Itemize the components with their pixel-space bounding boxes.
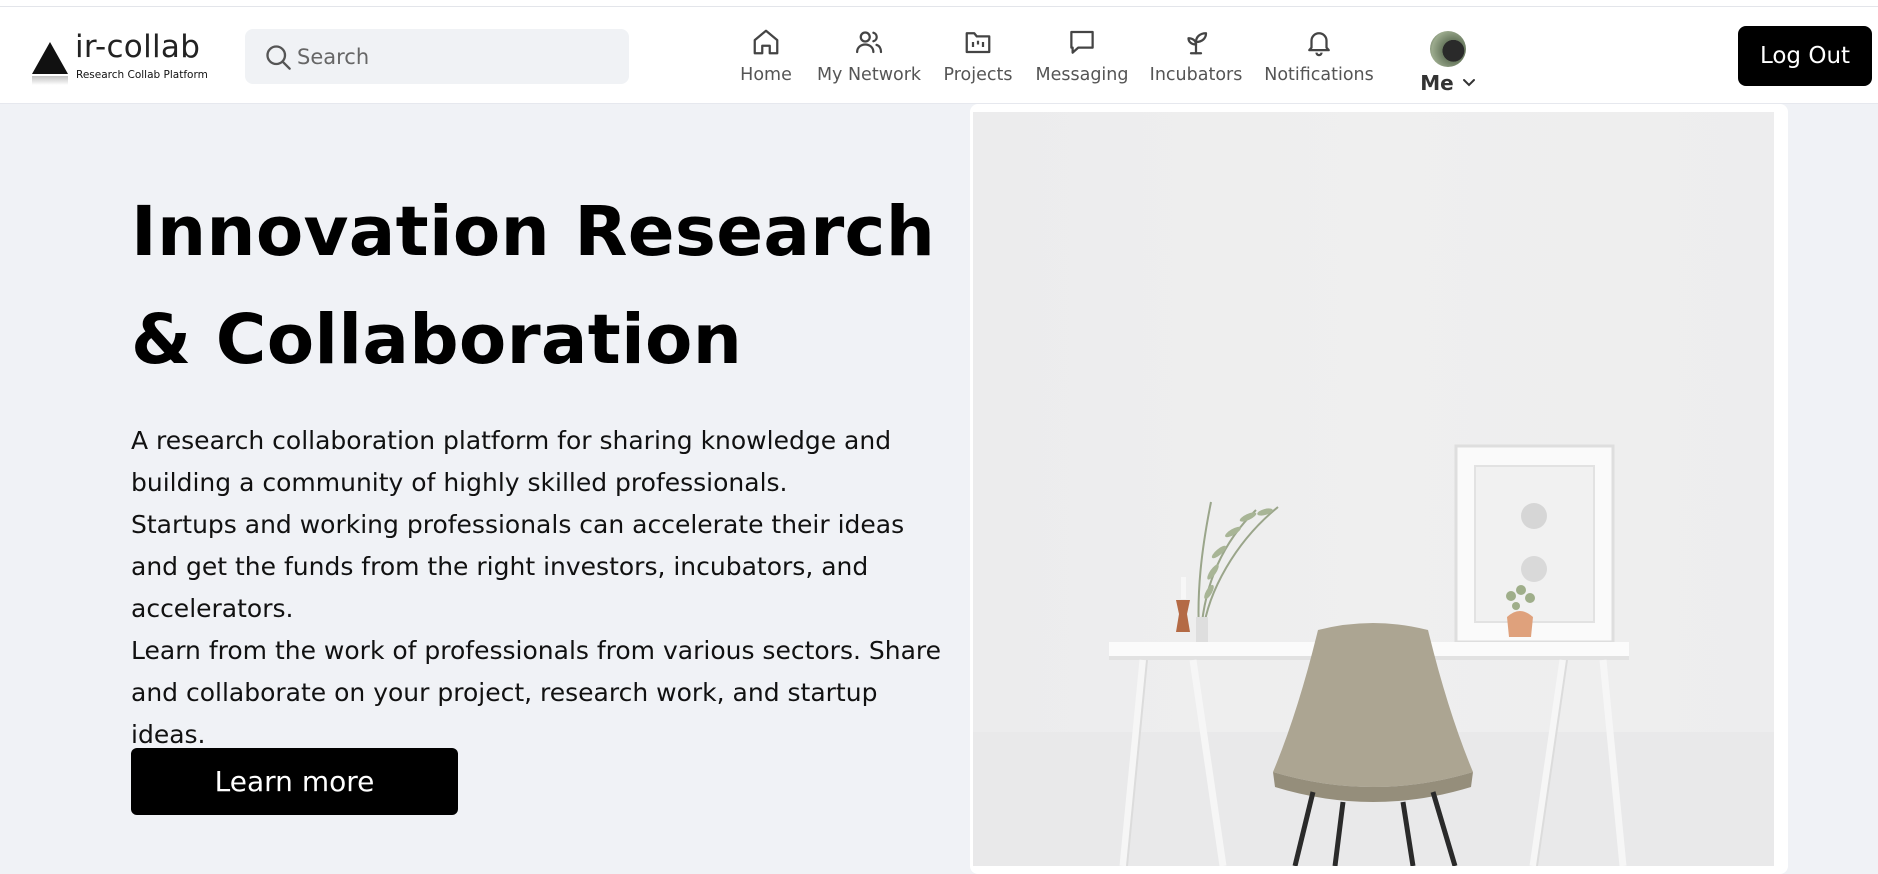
nav-projects-label: Projects	[943, 65, 1013, 85]
me-menu[interactable]: Me	[1413, 31, 1483, 105]
hero-title-line1: Innovation Research	[131, 192, 936, 272]
hero-desc-paragraph: Startups and working professionals can a…	[131, 510, 905, 623]
chevron-down-icon	[1462, 79, 1475, 87]
nav-my-network[interactable]: My Network	[816, 27, 922, 99]
hero-title: Innovation Research & Collaboration	[131, 178, 935, 394]
sprout-icon	[1187, 32, 1208, 55]
nav-home[interactable]: Home	[740, 27, 792, 99]
nav-my-network-label: My Network	[816, 65, 922, 85]
nav-incubators-label: Incubators	[1149, 65, 1243, 85]
nav-home-label: Home	[740, 65, 792, 85]
search-input[interactable]	[297, 37, 617, 77]
nav-projects[interactable]: Projects	[943, 27, 1013, 99]
avatar	[1430, 31, 1466, 67]
logout-button[interactable]: Log Out	[1738, 26, 1872, 86]
me-label: Me	[1420, 71, 1454, 95]
nav-notifications[interactable]: Notifications	[1264, 27, 1374, 99]
top-navbar: ir-collab Research Collab Platform Home …	[0, 7, 1878, 104]
hero-title-line2: & Collaboration	[131, 300, 743, 380]
logo-tagline: Research Collab Platform	[76, 69, 208, 81]
top-border	[0, 0, 1878, 7]
nav-incubators[interactable]: Incubators	[1149, 27, 1243, 99]
search-box	[245, 29, 629, 84]
bell-icon	[1308, 32, 1330, 57]
logo-name: ir-collab	[75, 29, 201, 65]
home-icon	[753, 29, 779, 55]
hero-desc-paragraph: Learn from the work of professionals fro…	[131, 636, 942, 749]
desk-chair-illustration	[973, 444, 1774, 866]
learn-more-button[interactable]: Learn more	[131, 748, 458, 815]
logo-triangle-icon	[32, 42, 68, 74]
search-icon	[266, 45, 291, 70]
nav-messaging-label: Messaging	[1035, 65, 1129, 85]
logo-reflection	[32, 76, 68, 85]
message-icon	[1070, 30, 1094, 54]
hero-image	[973, 112, 1774, 866]
hero-desc-paragraph: A research collaboration platform for sh…	[131, 426, 892, 497]
folder-icon	[965, 32, 991, 54]
nav-messaging[interactable]: Messaging	[1035, 27, 1129, 99]
users-icon	[856, 31, 883, 54]
nav-notifications-label: Notifications	[1264, 65, 1374, 85]
hero-description: A research collaboration platform for sh…	[131, 420, 951, 756]
logo[interactable]: ir-collab Research Collab Platform	[30, 29, 208, 93]
